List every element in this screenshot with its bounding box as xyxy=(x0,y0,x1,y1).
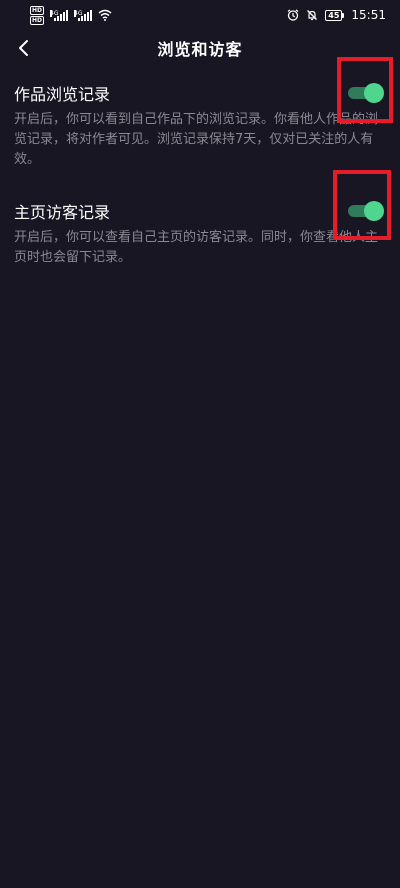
sim2-network-label: 4G xyxy=(74,9,83,17)
hd-tags: HD HD xyxy=(30,5,45,25)
status-time: 15:51 xyxy=(351,8,386,22)
sim1-network-label: 4G xyxy=(50,9,59,17)
setting-description: 开启后，你可以查看自己主页的访客记录。同时，你查看他人主页时也会留下记录。 xyxy=(14,230,379,265)
signal-icon-2: 4G xyxy=(74,9,93,21)
setting-title: 主页访客记录 xyxy=(14,203,111,222)
header: 浏览和访客 xyxy=(0,30,400,66)
back-button[interactable] xyxy=(12,36,36,60)
status-bar: HD HD 4G 4G 45 15:51 xyxy=(0,0,400,30)
battery-icon: 45 xyxy=(325,9,345,21)
profile-visitors-toggle[interactable] xyxy=(348,201,384,221)
setting-title: 作品浏览记录 xyxy=(14,85,111,104)
page-title: 浏览和访客 xyxy=(157,40,243,59)
alarm-icon xyxy=(287,9,299,21)
toggle-knob xyxy=(364,83,384,103)
status-left: HD HD 4G 4G xyxy=(30,5,112,25)
toggle-knob xyxy=(364,201,384,221)
chevron-left-icon xyxy=(19,40,28,56)
signal-icon: 4G xyxy=(50,9,69,21)
setting-work-views: 作品浏览记录 开启后，你可以看到自己作品下的浏览记录。你看他人作品的浏览记录，将… xyxy=(14,84,386,170)
setting-profile-visitors: 主页访客记录 开启后，你可以查看自己主页的访客记录。同时，你查看他人主页时也会留… xyxy=(14,202,386,268)
work-views-toggle[interactable] xyxy=(348,83,384,103)
hd-tag-sim2: HD xyxy=(30,15,45,25)
status-right: 45 15:51 xyxy=(287,8,386,22)
battery-level: 45 xyxy=(325,9,343,21)
wifi-icon xyxy=(98,9,112,21)
hd-tag-sim1: HD xyxy=(30,5,45,15)
mute-icon xyxy=(306,9,318,21)
setting-description: 开启后，你可以看到自己作品下的浏览记录。你看他人作品的浏览记录，将对作者可见。浏… xyxy=(14,112,379,167)
